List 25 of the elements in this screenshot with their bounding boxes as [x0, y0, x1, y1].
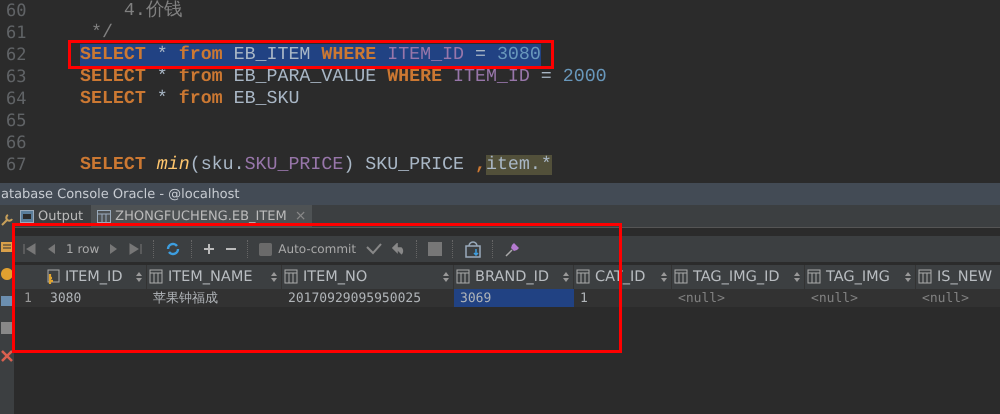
table-cell-text: 1	[579, 290, 589, 307]
checkbox-label: Auto-commit	[278, 242, 356, 256]
table-cell-text: 20170929095950025	[287, 290, 422, 307]
table-cell-text: <null>	[810, 290, 859, 307]
line-number: 64	[5, 89, 28, 109]
table-cell-text: 苹果钟福成	[152, 290, 219, 307]
line-number: 66	[5, 133, 28, 153]
line-number: 61	[5, 23, 28, 43]
code-line: */	[90, 22, 113, 44]
line-number: 65	[5, 111, 28, 131]
row-number: 1	[24, 290, 32, 306]
code-line: SELECT * from EB_SKU	[80, 88, 300, 110]
line-number: 67	[5, 155, 28, 175]
line-number: 63	[5, 67, 28, 87]
table-cell: 3069	[454, 289, 574, 307]
code-line: 4.价钱	[122, 0, 182, 22]
table-cell-text: <null>	[921, 290, 970, 307]
line-number: 62	[5, 45, 28, 65]
row-count: 1 row	[66, 242, 100, 256]
panel-title: atabase Console Oracle - @localhost	[1, 186, 240, 202]
table-cell-text: 3080	[49, 290, 82, 307]
table-cell-text: <null>	[677, 290, 726, 307]
tab[interactable]: Output	[14, 205, 90, 227]
code-line: SELECT min(sku.SKU_PRICE) SKU_PRICE ,item.*	[80, 154, 552, 176]
line-number: 60	[5, 1, 28, 21]
